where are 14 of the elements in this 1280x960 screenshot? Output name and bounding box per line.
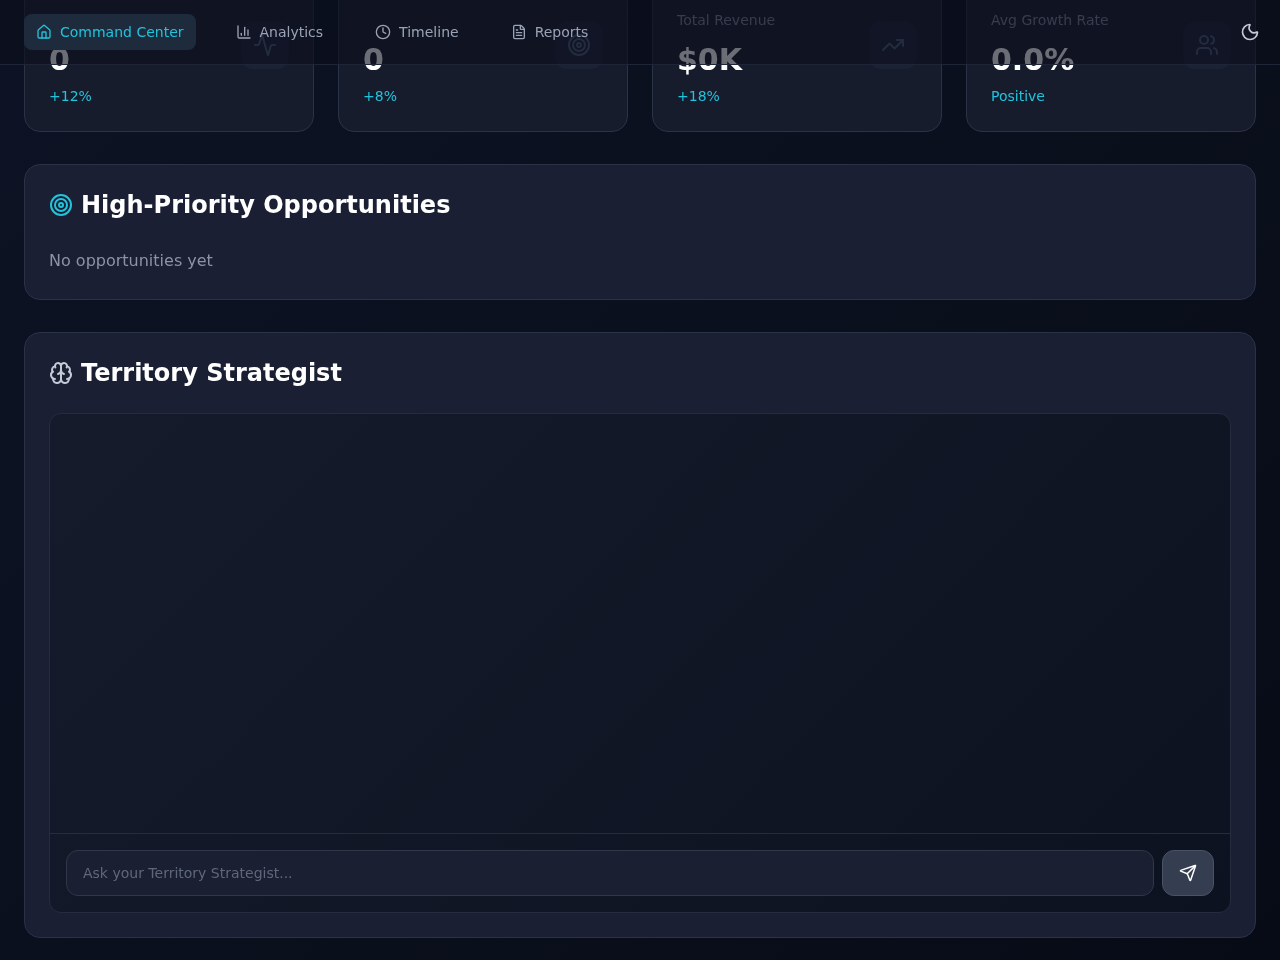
nav-tab[interactable]: Analytics xyxy=(223,14,336,50)
panel-title: Territory Strategist xyxy=(81,358,342,389)
chat-input[interactable]: Ask your Territory Strategist... xyxy=(66,850,1154,896)
nav-tab[interactable]: Command Center xyxy=(24,14,196,50)
panel-title: High-Priority Opportunities xyxy=(81,190,451,221)
stat-value: $0K xyxy=(677,42,742,78)
stat-change: +8% xyxy=(363,87,397,106)
nav-tab[interactable]: Reports xyxy=(498,14,601,50)
stat-change: +18% xyxy=(677,87,720,106)
stat-value: 0 xyxy=(363,42,384,78)
stat-value: 0.0% xyxy=(991,42,1075,78)
stat-change: Positive xyxy=(991,87,1045,106)
empty-message: No opportunities yet xyxy=(49,250,214,272)
stat-change: +12% xyxy=(49,87,92,106)
